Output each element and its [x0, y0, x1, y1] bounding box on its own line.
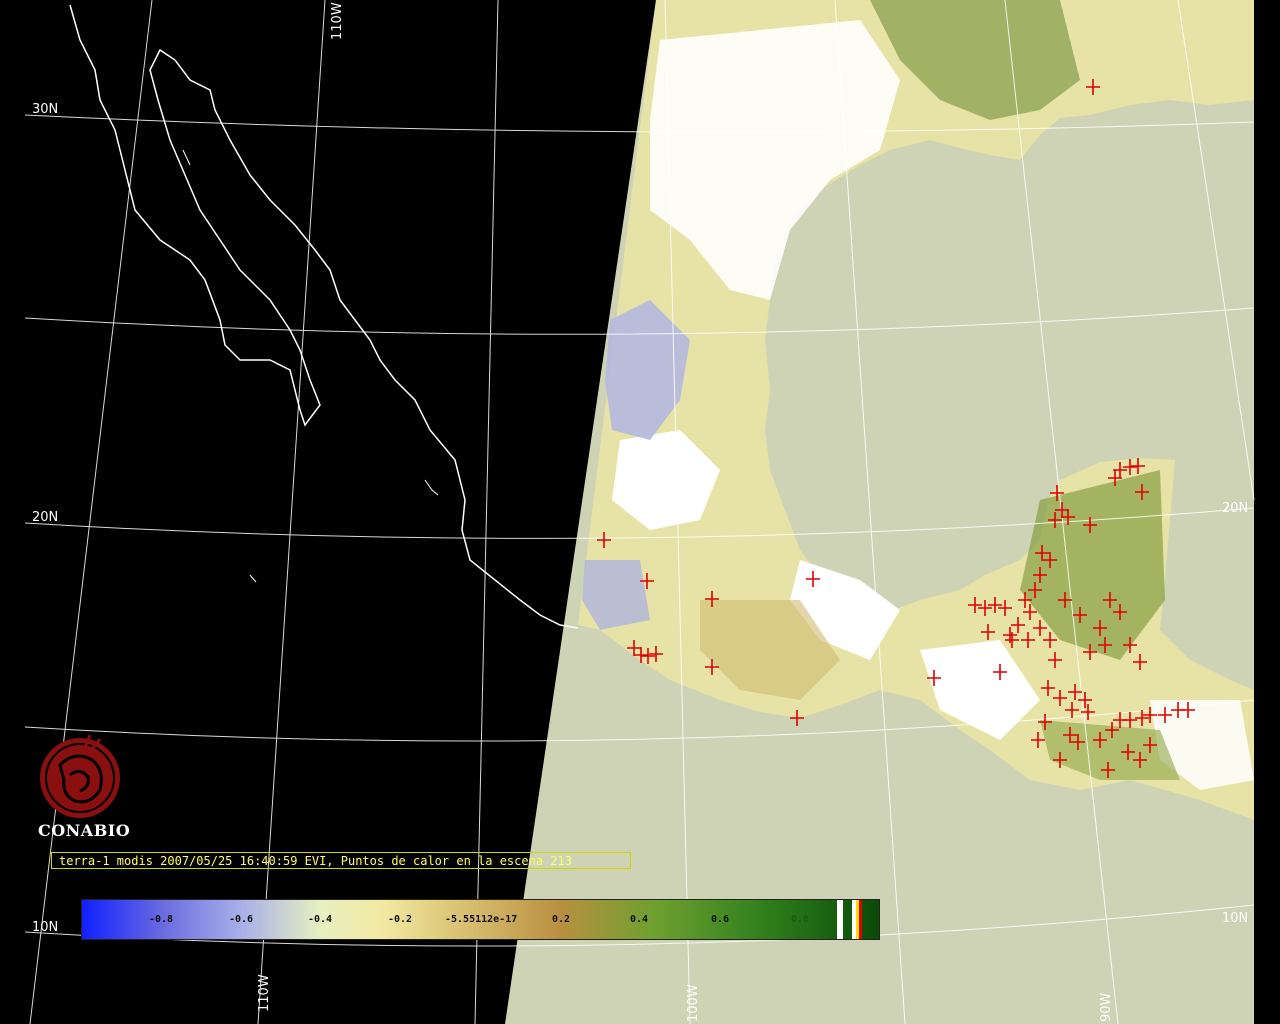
colorbar-tick: 0.2: [552, 914, 571, 925]
colorbar-tick: -0.2: [388, 914, 413, 925]
colorbar-tick: 0.6: [711, 914, 730, 925]
conabio-wordmark: CONABIO: [38, 821, 131, 840]
colorbar-tick: -0.6: [229, 914, 254, 925]
colorbar-tick: -5.55112e-17: [445, 914, 518, 925]
colorbar-tick: -0.4: [308, 914, 333, 925]
label-10n-left: 10N: [32, 920, 58, 935]
label-100w: 100W: [686, 984, 701, 1022]
label-30n: 30N: [32, 102, 58, 117]
colorbar-red-mark: [859, 900, 862, 939]
label-20n-right: 20N: [1222, 501, 1248, 516]
colorbar-white-mark: [837, 900, 843, 939]
satellite-map: 30N 20N 20N 10N 10N 110W 110W 100W 90W: [0, 0, 1280, 1024]
label-110w-bottom: 110W: [257, 974, 272, 1012]
label-20n-left: 20N: [32, 510, 58, 525]
label-110w-top: 110W: [330, 2, 345, 40]
label-10n-right: 10N: [1222, 911, 1248, 926]
colorbar-tick: 0.4: [630, 914, 649, 925]
evi-colorbar: -0.8 -0.6 -0.4 -0.2 -5.55112e-17 0.2 0.4…: [81, 899, 880, 940]
colorbar-tick: 0.8: [791, 914, 810, 925]
scene-caption: terra-1 modis 2007/05/25 16:40:59 EVI, P…: [51, 852, 631, 869]
label-90w: 90W: [1099, 992, 1114, 1022]
colorbar-tick: -0.8: [149, 914, 174, 925]
